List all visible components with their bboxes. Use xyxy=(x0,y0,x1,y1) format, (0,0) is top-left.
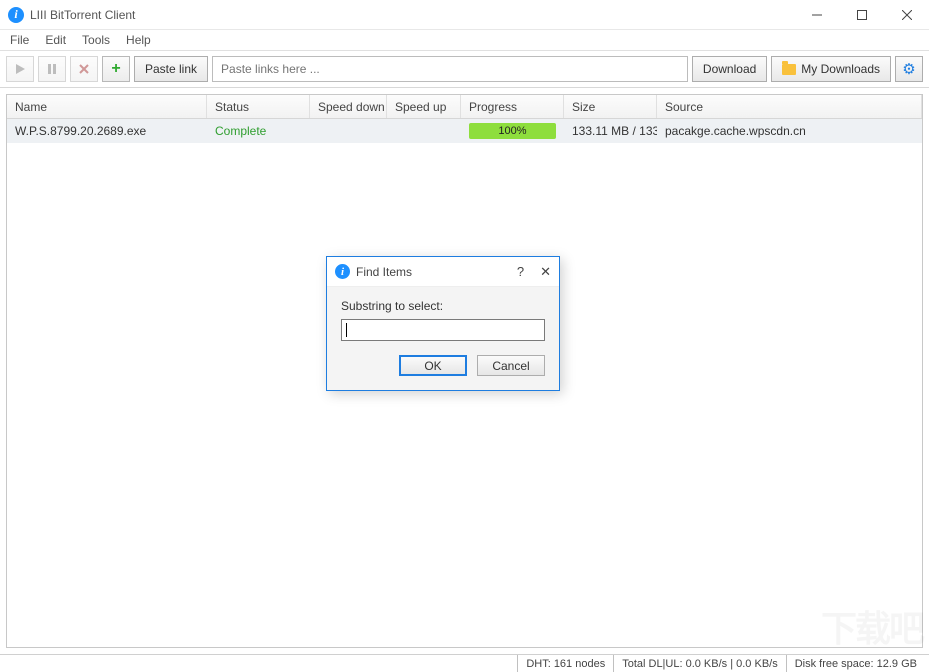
menu-edit[interactable]: Edit xyxy=(45,33,66,47)
close-button[interactable] xyxy=(884,0,929,29)
download-button[interactable]: Download xyxy=(692,56,767,82)
maximize-button[interactable] xyxy=(839,0,884,29)
table-row[interactable]: W.P.S.8799.20.2689.exe Complete 100% 133… xyxy=(7,119,922,143)
my-downloads-label: My Downloads xyxy=(801,62,880,76)
menubar: File Edit Tools Help xyxy=(0,30,929,50)
cell-name: W.P.S.8799.20.2689.exe xyxy=(7,119,207,143)
remove-button[interactable] xyxy=(70,56,98,82)
app-icon: i xyxy=(8,7,24,23)
column-headers: Name Status Speed down Speed up Progress… xyxy=(7,95,922,119)
gear-icon: ⚙ xyxy=(902,60,915,78)
dialog-title: Find Items xyxy=(356,265,412,279)
header-source[interactable]: Source xyxy=(657,95,922,118)
cancel-button[interactable]: Cancel xyxy=(477,355,545,376)
statusbar: DHT: 161 nodes Total DL|UL: 0.0 KB/s | 0… xyxy=(0,654,929,672)
cell-source: pacakge.cache.wpscdn.cn xyxy=(657,119,922,143)
header-status[interactable]: Status xyxy=(207,95,310,118)
cell-status: Complete xyxy=(207,119,310,143)
plus-icon: + xyxy=(111,61,120,77)
settings-button[interactable]: ⚙ xyxy=(895,56,923,82)
folder-icon xyxy=(782,64,796,75)
cell-speed-up xyxy=(387,119,461,143)
header-size[interactable]: Size xyxy=(564,95,657,118)
pause-button[interactable] xyxy=(38,56,66,82)
minimize-button[interactable] xyxy=(794,0,839,29)
status-disk: Disk free space: 12.9 GB xyxy=(786,655,925,672)
header-name[interactable]: Name xyxy=(7,95,207,118)
substring-input[interactable] xyxy=(341,319,545,341)
dialog-close-button[interactable]: ✕ xyxy=(540,264,551,280)
dialog-label: Substring to select: xyxy=(341,299,545,313)
menu-tools[interactable]: Tools xyxy=(82,33,110,47)
link-input[interactable] xyxy=(212,56,688,82)
header-speed-down[interactable]: Speed down xyxy=(310,95,387,118)
dialog-titlebar: i Find Items ? ✕ xyxy=(327,257,559,287)
status-throughput: Total DL|UL: 0.0 KB/s | 0.0 KB/s xyxy=(613,655,786,672)
dialog-body: Substring to select: OK Cancel xyxy=(327,287,559,390)
add-button[interactable]: + xyxy=(102,56,130,82)
progress-bar: 100% xyxy=(469,123,556,139)
menu-help[interactable]: Help xyxy=(126,33,151,47)
cell-progress: 100% xyxy=(461,119,564,143)
window-title: LIII BitTorrent Client xyxy=(30,8,135,22)
menu-file[interactable]: File xyxy=(10,33,29,47)
toolbar: + Paste link Download My Downloads ⚙ xyxy=(0,50,929,88)
text-caret xyxy=(346,323,347,337)
dialog-help-button[interactable]: ? xyxy=(517,264,524,280)
header-progress[interactable]: Progress xyxy=(461,95,564,118)
my-downloads-button[interactable]: My Downloads xyxy=(771,56,891,82)
status-dht: DHT: 161 nodes xyxy=(517,655,613,672)
find-items-dialog: i Find Items ? ✕ Substring to select: OK… xyxy=(326,256,560,391)
cell-size: 133.11 MB / 133... xyxy=(564,119,657,143)
paste-link-button[interactable]: Paste link xyxy=(134,56,208,82)
start-button[interactable] xyxy=(6,56,34,82)
ok-button[interactable]: OK xyxy=(399,355,467,376)
dialog-icon: i xyxy=(335,264,350,279)
header-speed-up[interactable]: Speed up xyxy=(387,95,461,118)
window-controls xyxy=(794,0,929,29)
cell-speed-down xyxy=(310,119,387,143)
titlebar: i LIII BitTorrent Client xyxy=(0,0,929,30)
